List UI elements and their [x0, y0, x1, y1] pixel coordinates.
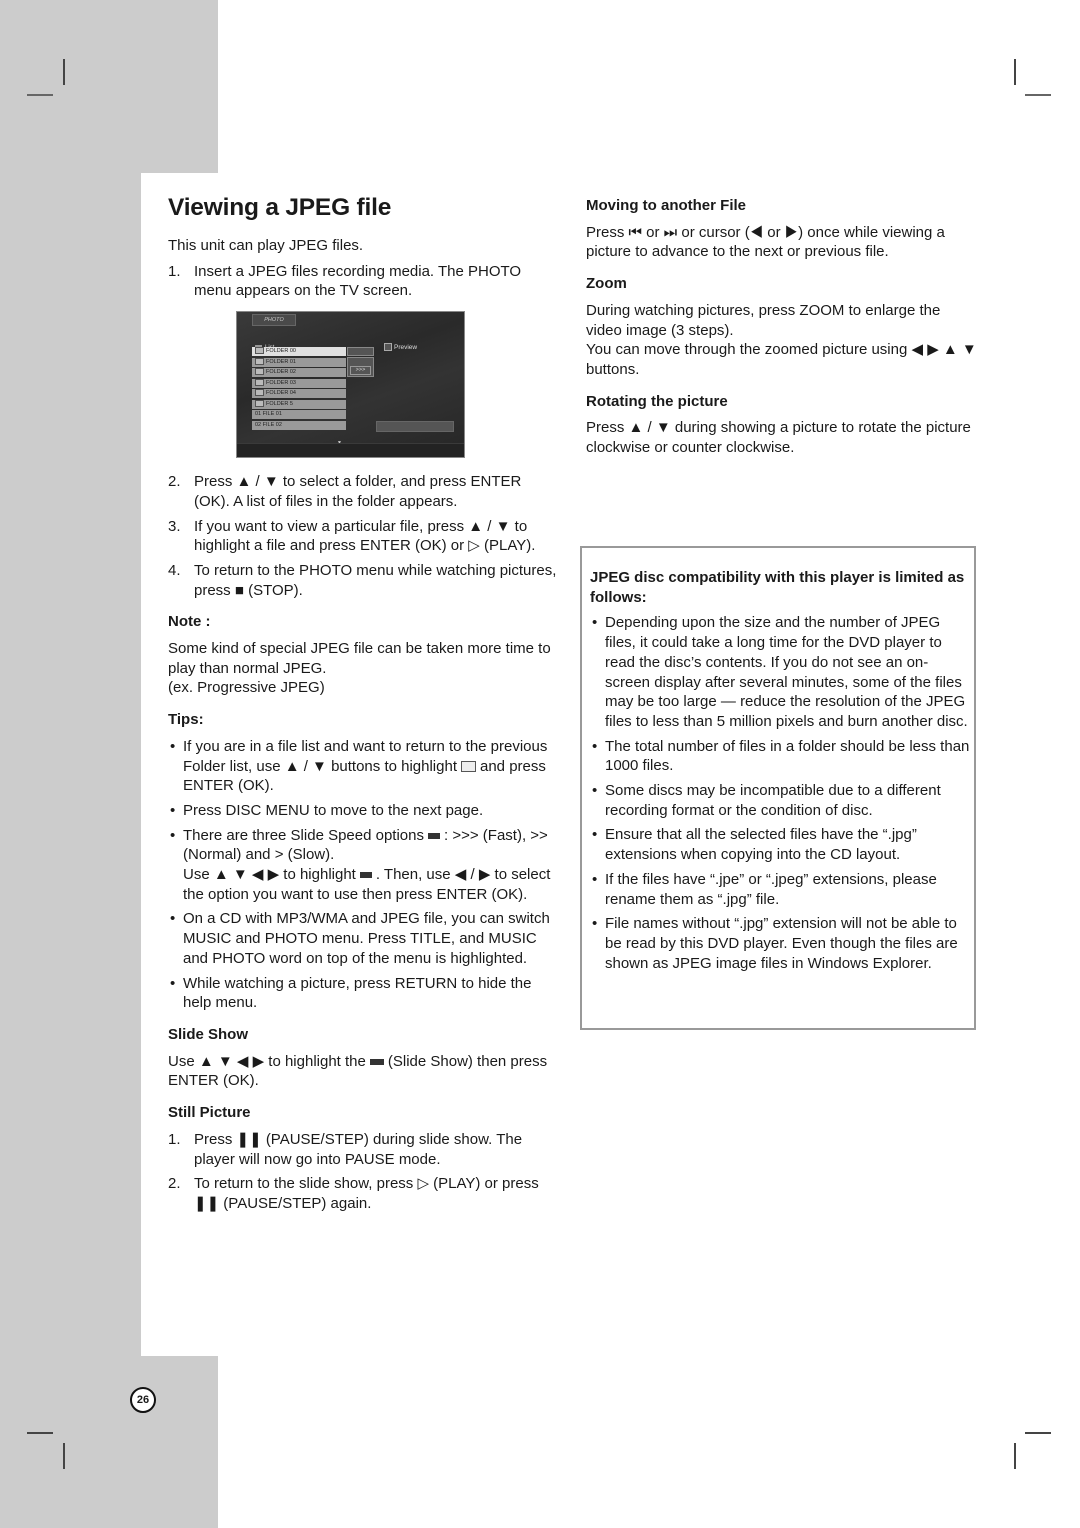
slideshow-text: Use ▲ ▼ ◀ ▶ to highlight the (Slide Show)… — [168, 1052, 548, 1090]
preview-info-bar — [376, 421, 454, 433]
folder-icon — [255, 378, 264, 386]
rotate-heading: Rotating the picture — [586, 392, 728, 410]
file-row: 02 FILE 02 — [252, 420, 346, 430]
slide-speed-icon — [359, 872, 372, 879]
slide-speed-control: >>> — [347, 357, 374, 378]
tips-heading: Tips: — [168, 711, 204, 729]
crop-mark — [27, 1432, 53, 1434]
file-row: 01 FILE 01 — [252, 410, 346, 420]
folder-row: FOLDER 02 — [252, 368, 346, 378]
note-text: Some kind of special JPEG file can be ta… — [168, 640, 551, 677]
page-number: 26 — [130, 1387, 156, 1413]
tip-item: • If you are in a file list and want to r… — [170, 737, 548, 795]
page-title: Viewing a JPEG file — [168, 194, 392, 221]
folder-up-icon — [461, 761, 476, 773]
compat-item: • Depending upon the size and the number … — [592, 614, 968, 730]
crop-mark — [27, 94, 53, 96]
compat-item: • File names without “.jpg” extension wil… — [592, 915, 958, 972]
page-margin-band — [0, 0, 141, 1528]
photo-tab: PHOTO — [252, 314, 296, 327]
preview-label: Preview — [384, 338, 417, 358]
folder-icon — [255, 368, 264, 376]
step-number: 1. — [168, 262, 181, 280]
slideshow-heading: Slide Show — [168, 1025, 249, 1043]
tip-item: • While watching a picture, press RETURN … — [170, 974, 532, 1012]
rotate-text: Press ▲ / ▼ during showing a picture to … — [586, 419, 971, 457]
crop-mark — [1014, 1443, 1016, 1469]
note-example: (ex. Progressive JPEG) — [168, 679, 325, 697]
step-text: Insert a JPEG files recording media. The… — [194, 262, 522, 300]
tips-list: • If you are in a file list and want to r… — [168, 737, 560, 1013]
slide-speed-icon — [428, 832, 440, 839]
compat-item: • Ensure that all the selected files have… — [592, 826, 917, 864]
preview-icon — [384, 343, 392, 352]
folder-icon — [255, 347, 264, 355]
moving-heading: Moving to another File — [586, 197, 746, 214]
crop-mark — [1025, 1432, 1051, 1434]
compat-item: • If the files have “.jpe” or “.jpeg” ext… — [592, 870, 937, 908]
folder-icon — [255, 399, 264, 407]
left-column: Viewing a JPEG file This unit can play J… — [168, 192, 560, 1219]
compatibility-list: • Depending upon the size and the number … — [590, 613, 970, 973]
right-column: Moving to another File Press ⏮ or ⏭ or c… — [586, 196, 978, 458]
intro-text: This unit can play JPEG files. — [168, 237, 364, 254]
folder-row: FOLDER 00 — [252, 347, 346, 357]
steps-list-continued: 2. Press ▲ / ▼ to select a folder, and pr… — [168, 472, 560, 600]
file-list: FOLDER 00 FOLDER 01 FOLDER 02 FOLDER 03 … — [252, 347, 346, 431]
folder-row: FOLDER 5 — [252, 399, 346, 409]
step-item: 2. Press ▲ / ▼ to select a folder, and pr… — [168, 473, 522, 510]
slide-show-icon — [369, 1058, 384, 1065]
tip-item: • There are three Slide Speed options: >>… — [170, 826, 551, 903]
page-margin-top-band — [0, 0, 218, 173]
note-heading: Note : — [168, 613, 211, 631]
zoom-heading: Zoom — [586, 275, 627, 293]
step-item: 3. If you want to view a particular file,… — [168, 517, 536, 555]
crop-mark — [63, 59, 65, 85]
compatibility-heading: JPEG disc compatibility with this player… — [590, 569, 965, 606]
zoom-text-2: You can move through the zoomed picture … — [586, 341, 977, 378]
photo-menu-screenshot: PHOTO List Preview FOLDER 00 FOLDER 01 F… — [236, 311, 465, 459]
slide-show-icon — [347, 347, 374, 357]
compat-item: • The total number of files in a folder s… — [592, 737, 970, 775]
crop-mark — [1025, 94, 1051, 96]
folder-icon — [255, 357, 264, 365]
folder-row: FOLDER 01 — [252, 357, 346, 367]
still-steps-list: 1. Press ❚❚ (PAUSE/STEP) during slide sho… — [168, 1130, 560, 1214]
still-picture-heading: Still Picture — [168, 1104, 251, 1122]
crop-mark — [63, 1443, 65, 1469]
step-item: 4. To return to the PHOTO menu while watc… — [168, 561, 557, 599]
compat-item: • Some discs may be incompatible due to a… — [592, 782, 941, 819]
moving-text: Press ⏮ or ⏭ or cursor (◀ or ▶) once whi… — [586, 223, 945, 261]
zoom-text: During watching pictures, press ZOOM to … — [586, 301, 941, 339]
compatibility-box: JPEG disc compatibility with this player… — [580, 546, 976, 1030]
tip-item: • Press DISC MENU to move to the next pag… — [170, 801, 484, 819]
step-item: 1. Press ❚❚ (PAUSE/STEP) during slide sho… — [168, 1130, 523, 1168]
crop-mark — [1014, 59, 1016, 85]
folder-row: FOLDER 04 — [252, 389, 346, 399]
step-item: 2. To return to the slide show, press ▷ (… — [168, 1175, 539, 1212]
step-item: 1. Insert a JPEG files recording media. T… — [168, 262, 560, 301]
folder-icon — [255, 389, 264, 397]
steps-list: 1. Insert a JPEG files recording media. T… — [168, 262, 560, 301]
tip-item: • On a CD with MP3/WMA and JPEG file, you… — [170, 910, 550, 967]
help-bar — [237, 443, 464, 458]
page-margin-bottom-band — [0, 1356, 218, 1528]
folder-row: FOLDER 03 — [252, 378, 346, 388]
